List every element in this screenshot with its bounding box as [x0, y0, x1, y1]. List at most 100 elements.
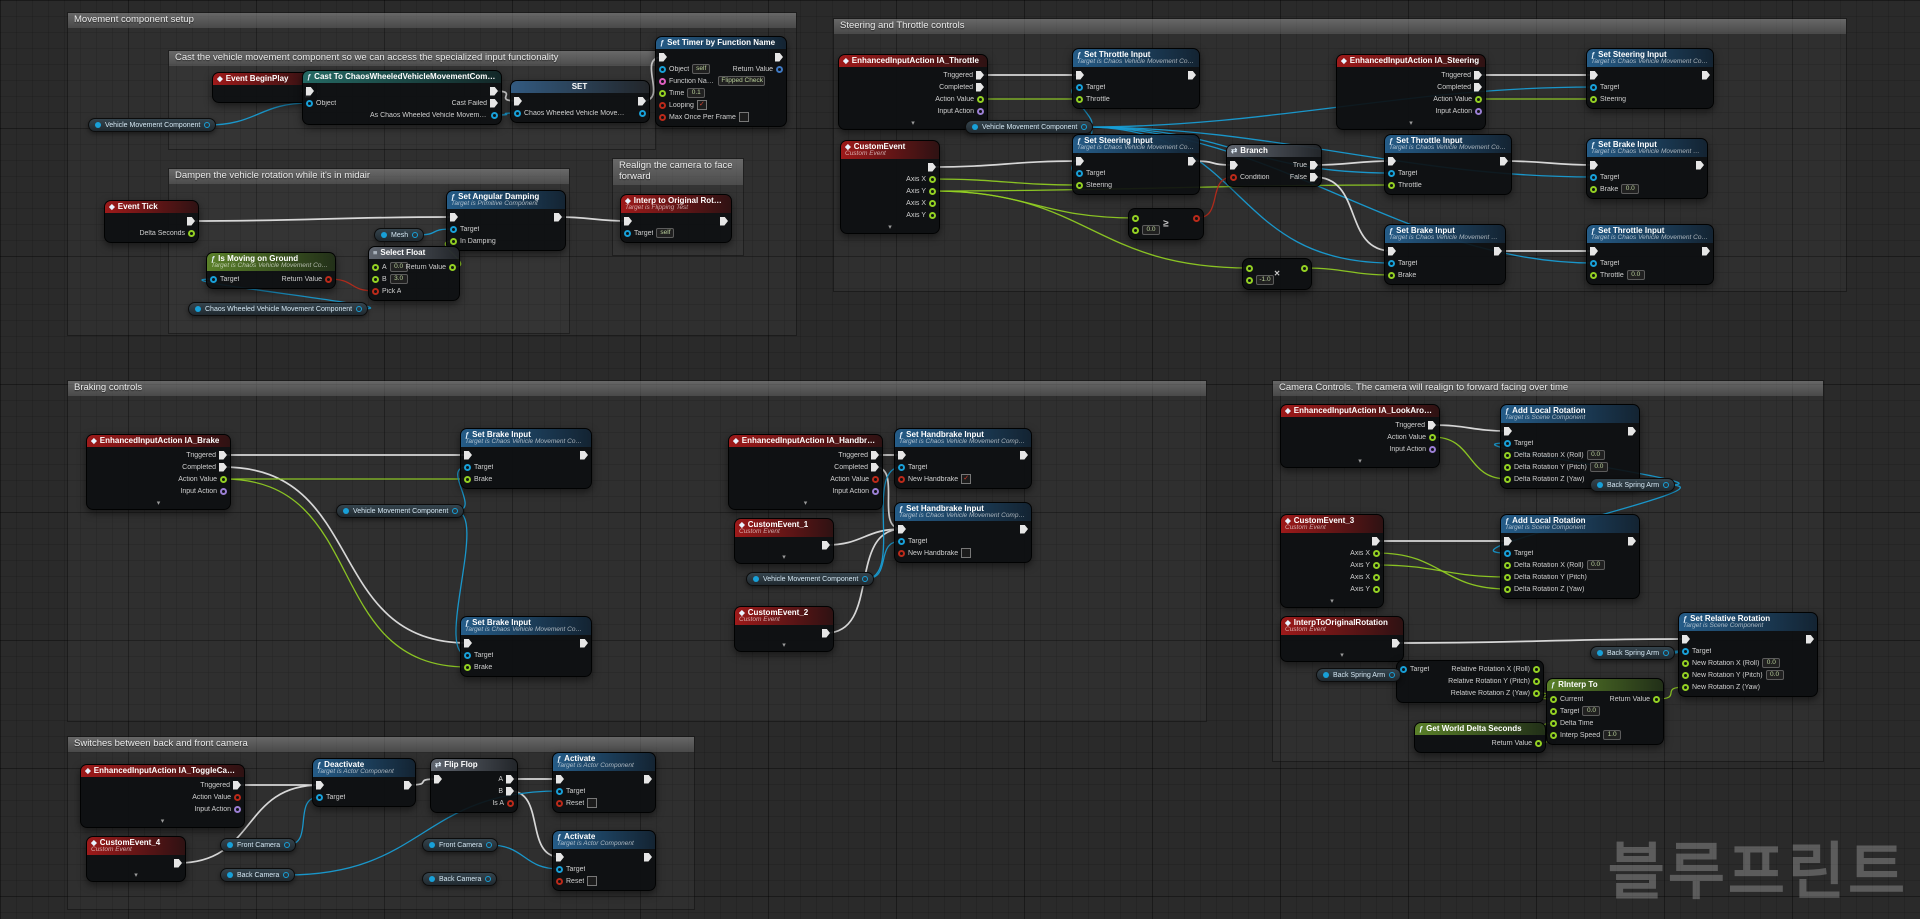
- pin-pin[interactable]: [1193, 214, 1200, 222]
- variable-output-pin[interactable]: [862, 576, 869, 582]
- target-pin[interactable]: [1504, 549, 1511, 557]
- delta-rotation-y-pitch-pin[interactable]: [1504, 573, 1511, 581]
- object-pin[interactable]: [659, 65, 666, 73]
- target-pin[interactable]: [210, 275, 217, 283]
- exec-pin[interactable]: [1372, 536, 1380, 546]
- blueprint-graph-canvas[interactable]: 블루프린트 Movement component setup Cast the v…: [0, 0, 1920, 919]
- exec-pin[interactable]: [490, 86, 498, 96]
- comment-cast-vehicle-title[interactable]: Cast the vehicle movement component so w…: [169, 51, 655, 66]
- relative-rotation-z-yaw-pin[interactable]: [1533, 689, 1540, 697]
- axis-x-pin[interactable]: [1373, 549, 1380, 557]
- rinterp-node[interactable]: ƒ RInterp To Current Target 0.0 Delta Time Int…: [1546, 678, 1664, 745]
- ia-steering-node[interactable]: ◆ EnhancedInputAction IA_Steering Triggere…: [1336, 54, 1486, 130]
- collapse-chevron-icon[interactable]: ▾: [87, 872, 185, 881]
- set-throttle-3-node[interactable]: ƒ Set Throttle Input Target is Chaos Vehic…: [1586, 224, 1714, 285]
- action-value-pin[interactable]: [1429, 433, 1436, 441]
- looping-checkbox[interactable]: ✓: [696, 100, 707, 110]
- vehicle-movement-component-variable[interactable]: Vehicle Movement Component: [88, 118, 217, 132]
- chaos-wheeled-vehicle-movement-component-pin[interactable]: [514, 109, 521, 117]
- settimer-node[interactable]: ƒ Set Timer by Function Name Object self Fun…: [655, 36, 787, 127]
- exec-pin[interactable]: [659, 52, 667, 62]
- custom-evt-node[interactable]: ◆ CustomEvent Custom Event Axis X Axis Y Axis…: [840, 140, 940, 234]
- reset-pin[interactable]: [556, 799, 563, 807]
- object-value[interactable]: self: [692, 64, 711, 74]
- target-pin[interactable]: [316, 793, 323, 801]
- interp-speed-pin[interactable]: [1550, 731, 1557, 739]
- steering-pin[interactable]: [1076, 181, 1083, 189]
- action-value-pin[interactable]: [977, 95, 984, 103]
- looping-pin[interactable]: [659, 101, 666, 109]
- target-pin[interactable]: [1590, 173, 1597, 181]
- exec-pin[interactable]: [624, 216, 632, 226]
- gte-node[interactable]: ≥0.0: [1128, 208, 1204, 240]
- exec-pin[interactable]: [1504, 426, 1512, 436]
- variable-output-pin[interactable]: [356, 306, 363, 312]
- comment-camera-controls-title[interactable]: Camera Controls. The camera will realign…: [1273, 381, 1823, 396]
- tick-node[interactable]: ◆ Event Tick Delta Seconds: [104, 200, 199, 243]
- function-name-value[interactable]: Flipped Check: [718, 76, 765, 86]
- exec-pin[interactable]: [464, 450, 472, 460]
- comment-camera-switch-title[interactable]: Switches between back and front camera: [68, 737, 694, 752]
- brake-pin[interactable]: [1388, 271, 1395, 279]
- exec-pin[interactable]: [464, 638, 472, 648]
- exec-pin[interactable]: [775, 52, 783, 62]
- variable-output-pin[interactable]: [283, 872, 290, 878]
- custom-evt-4-node[interactable]: ◆ CustomEvent_4 Custom Event ▾: [86, 836, 186, 882]
- a-pin[interactable]: [372, 263, 379, 271]
- exec-pin[interactable]: [556, 774, 564, 784]
- chaos-wheeled-vehicle-movement-component-variable[interactable]: Chaos Wheeled Vehicle Movement Component: [188, 302, 369, 316]
- exec-pin[interactable]: [822, 628, 830, 638]
- exec-pin[interactable]: [720, 216, 728, 226]
- collapse-chevron-icon[interactable]: ▾: [1337, 120, 1485, 129]
- collapse-chevron-icon[interactable]: ▾: [735, 554, 833, 563]
- current-pin[interactable]: [1550, 695, 1557, 703]
- exec-pin[interactable]: [644, 852, 652, 862]
- set-throttle-1-node[interactable]: ƒ Set Throttle Input Target is Chaos Vehic…: [1072, 48, 1200, 109]
- pin-pin[interactable]: [1132, 226, 1139, 234]
- exec-pin[interactable]: [1388, 156, 1396, 166]
- max-once-per-frame-checkbox[interactable]: [738, 112, 749, 122]
- pin-pin[interactable]: [1301, 264, 1308, 272]
- selectfloat-node[interactable]: ≡ Select Float A 0.0 B 3.0 Pick A Return Value: [368, 246, 460, 301]
- axis-x-pin[interactable]: [1373, 573, 1380, 581]
- axis-y-pin[interactable]: [1373, 585, 1380, 593]
- target-pin[interactable]: [1400, 665, 1407, 673]
- mult-node[interactable]: × -1.0: [1242, 258, 1312, 290]
- target-pin[interactable]: [898, 463, 905, 471]
- variable-output-pin[interactable]: [1081, 124, 1088, 130]
- object-pin[interactable]: [306, 99, 313, 107]
- pick-a-pin[interactable]: [372, 287, 379, 295]
- custom-evt-3-node[interactable]: ◆ CustomEvent_3 Custom Event Axis X Axis Y Ax…: [1280, 514, 1384, 608]
- false-pin[interactable]: [1310, 172, 1318, 182]
- vehicle-movement-component-variable[interactable]: Vehicle Movement Component: [746, 572, 875, 586]
- relative-rotation-y-pitch-pin[interactable]: [1533, 677, 1540, 685]
- back-camera-variable[interactable]: Back Camera: [220, 868, 296, 882]
- triggered-pin[interactable]: [1428, 420, 1436, 430]
- axis-y-pin[interactable]: [929, 211, 936, 219]
- vehicle-movement-component-variable[interactable]: Vehicle Movement Component: [336, 504, 465, 518]
- collapse-chevron-icon[interactable]: ▾: [1281, 598, 1383, 607]
- activate-1-node[interactable]: ƒ Activate Target is Actor Component Target…: [552, 752, 656, 813]
- return-value-pin[interactable]: [449, 263, 456, 271]
- collapse-chevron-icon[interactable]: ▾: [841, 224, 939, 233]
- exec-pin[interactable]: [1806, 634, 1814, 644]
- brake-pin[interactable]: [464, 663, 471, 671]
- flipflop-node[interactable]: ⇄ Flip Flop A B Is A: [430, 758, 518, 813]
- exec-pin[interactable]: [316, 780, 324, 790]
- target-pin[interactable]: [1504, 439, 1511, 447]
- exec-pin[interactable]: [450, 212, 458, 222]
- triggered-pin[interactable]: [976, 70, 984, 80]
- comment-braking-title[interactable]: Braking controls: [68, 381, 1206, 396]
- action-value-pin[interactable]: [1475, 95, 1482, 103]
- delta-rotation-y-pitch-value[interactable]: 0.0: [1589, 462, 1608, 472]
- target-pin[interactable]: [556, 787, 563, 795]
- comment-dampen-rotation-title[interactable]: Dampen the vehicle rotation while it's i…: [169, 169, 569, 184]
- target-pin[interactable]: [1590, 259, 1597, 267]
- b-pin[interactable]: [372, 275, 379, 283]
- time-value[interactable]: 0.1: [687, 88, 706, 98]
- completed-pin[interactable]: [976, 82, 984, 92]
- new-handbrake-checkbox[interactable]: [961, 548, 972, 558]
- ia-lookaround-node[interactable]: ◆ EnhancedInputAction IA_LookAround Trigge…: [1280, 404, 1440, 468]
- b-pin[interactable]: [506, 786, 514, 796]
- new-rotation-x-roll-pin[interactable]: [1682, 659, 1689, 667]
